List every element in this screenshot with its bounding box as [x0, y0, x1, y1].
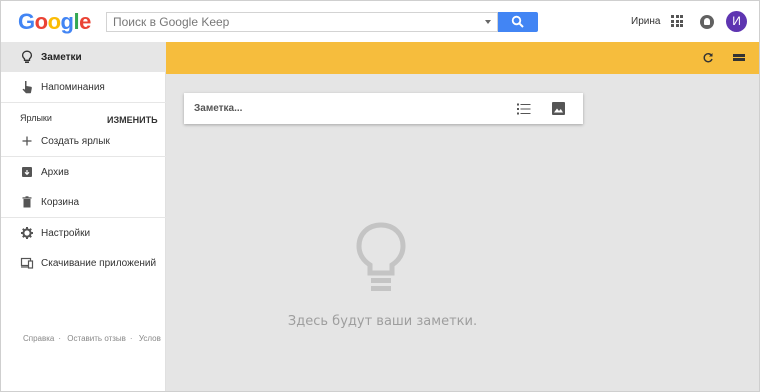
sidebar-item-label: Скачивание приложений	[41, 258, 157, 269]
sidebar-item-settings[interactable]: Настройки	[1, 218, 166, 248]
logo-letter: o	[34, 9, 48, 34]
footer-separator: ·	[58, 334, 62, 343]
section-header-bar	[166, 42, 759, 74]
refresh-icon[interactable]	[702, 52, 714, 64]
logo-letter: o	[47, 9, 61, 34]
logo-letter: G	[18, 9, 35, 34]
note-placeholder: Заметка...	[194, 103, 243, 114]
sidebar-item-reminders[interactable]: Напоминания	[1, 72, 166, 102]
search-input[interactable]	[113, 14, 473, 30]
keep-window: Google Ирина И Заметки	[0, 0, 760, 392]
sidebar-item-notes[interactable]: Заметки	[1, 42, 166, 72]
footer-link-feedback[interactable]: Оставить отзыв	[67, 334, 126, 343]
edit-labels-button[interactable]: ИЗМЕНИТЬ	[107, 115, 158, 125]
search-button[interactable]	[498, 12, 538, 32]
new-list-icon[interactable]	[517, 103, 531, 115]
search-box[interactable]	[106, 12, 498, 32]
archive-icon	[22, 167, 32, 177]
divider	[1, 102, 166, 103]
empty-state-lightbulb-icon	[356, 222, 406, 291]
sidebar-item-create-label[interactable]: Создать ярлык	[1, 126, 166, 156]
footer-link-terms[interactable]: Услов	[139, 334, 161, 343]
empty-state-message: Здесь будут ваши заметки.	[287, 314, 478, 329]
user-name[interactable]: Ирина	[631, 16, 660, 27]
gear-icon	[21, 227, 33, 239]
google-logo[interactable]: Google	[18, 9, 91, 35]
sidebar-item-label: Заметки	[41, 52, 82, 63]
avatar[interactable]: И	[726, 11, 747, 32]
logo-letter: e	[79, 9, 91, 34]
trash-icon	[22, 196, 32, 208]
footer-separator: ·	[129, 334, 133, 343]
sidebar-item-label: Архив	[41, 167, 70, 178]
sidebar-item-label: Корзина	[41, 197, 80, 208]
sidebar-item-label: Создать ярлык	[41, 136, 110, 147]
devices-icon	[20, 257, 34, 269]
footer-link-help[interactable]: Справка	[23, 334, 54, 343]
notifications-icon[interactable]	[700, 15, 714, 29]
sidebar-item-download-apps[interactable]: Скачивание приложений	[1, 248, 166, 278]
logo-letter: g	[60, 9, 74, 34]
search-dropdown-icon[interactable]	[485, 20, 491, 24]
plus-icon	[22, 136, 32, 146]
sidebar: Заметки Напоминания Ярлыки ИЗМЕНИТЬ Созд…	[1, 42, 166, 391]
sidebar-item-label: Напоминания	[41, 82, 105, 93]
apps-grid-icon[interactable]	[671, 15, 683, 27]
sidebar-item-archive[interactable]: Архив	[1, 157, 166, 187]
labels-heading: Ярлыки	[20, 113, 52, 123]
search-icon	[511, 15, 524, 28]
list-view-icon[interactable]	[733, 54, 745, 61]
lightbulb-icon	[21, 50, 33, 63]
new-image-note-icon[interactable]	[552, 102, 565, 115]
sidebar-item-trash[interactable]: Корзина	[1, 187, 166, 217]
top-bar: Google Ирина И	[1, 1, 759, 42]
reminder-hand-icon	[22, 81, 32, 94]
sidebar-item-label: Настройки	[41, 228, 91, 239]
sidebar-footer: Справка · Оставить отзыв · Услов	[23, 334, 165, 343]
